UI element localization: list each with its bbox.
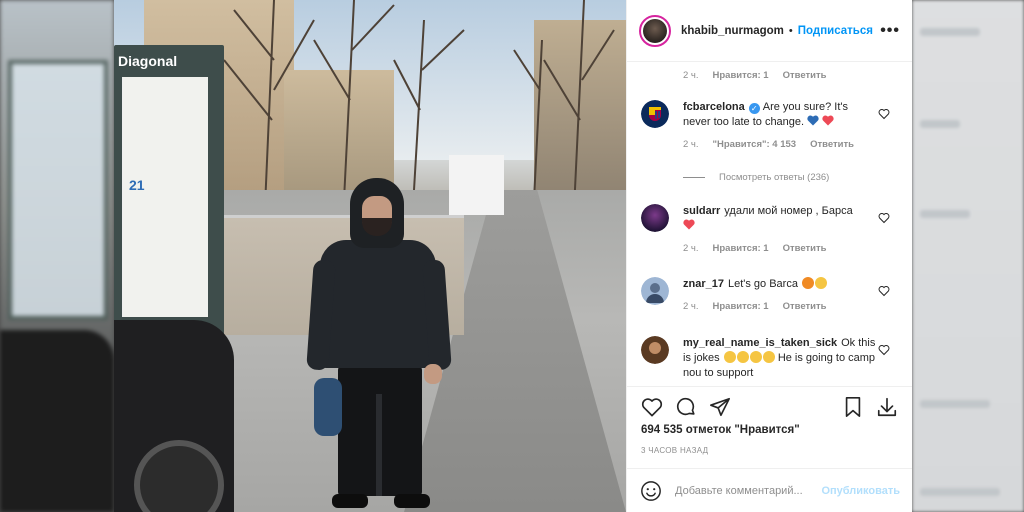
more-options-icon[interactable]: ••• xyxy=(880,22,900,40)
comment-likes-button[interactable]: Нравится: 1 xyxy=(713,243,769,254)
backdrop-ghost-line xyxy=(920,210,970,218)
comment-time: 2 ч. xyxy=(683,243,699,254)
emoji-smile-icon[interactable] xyxy=(639,479,663,503)
blue-heart-icon xyxy=(807,115,819,128)
comment-meta-row: 2 ч. Нравится: 1 Ответить xyxy=(683,243,900,254)
verified-badge-icon: ✓ xyxy=(748,103,760,114)
backdrop-ghost-line xyxy=(920,120,960,128)
comment-item: znar_17 Let's go Barca 2 ч. Нравится: 1 О… xyxy=(639,277,900,323)
znar-avatar[interactable] xyxy=(641,277,669,305)
comment-username[interactable]: znar_17 xyxy=(683,278,724,290)
photo-person xyxy=(306,178,452,512)
like-comment-heart-icon[interactable] xyxy=(878,285,890,297)
comment-body: удали мой номер , Барса xyxy=(724,205,853,217)
fire-emoji-icon xyxy=(802,277,815,289)
backdrop-right xyxy=(912,0,1024,512)
backdrop-ghost-line xyxy=(920,400,990,408)
person-hand xyxy=(424,364,442,384)
view-replies-button[interactable]: Посмотреть ответы (236) xyxy=(683,172,829,183)
post-username[interactable]: khabib_nurmagom xyxy=(681,25,784,37)
post-header: khabib_nurmagom • Подписаться ••• xyxy=(627,0,912,62)
comment-item: suldarr удали мой номер , Барса 2 ч. Нрав… xyxy=(639,204,900,262)
share-paper-plane-icon[interactable] xyxy=(707,394,733,420)
metro-station-name: Diagonal xyxy=(118,53,178,69)
grin-emoji-icon xyxy=(762,351,775,363)
separator-dot: • xyxy=(788,24,793,37)
comments-list[interactable]: 2 ч. Нравится: 1 Ответить fcbarcelona ✓ Ar… xyxy=(627,62,912,384)
scream-emoji-icon xyxy=(815,277,828,289)
post-actions-bar xyxy=(627,386,912,426)
metro-sign-panel: 21 012 xyxy=(122,77,208,336)
person-shoe xyxy=(332,494,368,508)
comment-likes-button[interactable]: Нравится: 1 xyxy=(713,301,769,312)
comment-meta-row: 2 ч. "Нравится": 4 153 Ответить xyxy=(683,139,900,150)
comment-meta-row: 2 ч. Нравится: 1 Ответить xyxy=(683,301,900,312)
my-real-name-avatar[interactable] xyxy=(641,336,669,364)
comment-time: 2 ч. xyxy=(683,301,699,312)
laughing-emoji-icon xyxy=(736,351,749,363)
like-heart-icon[interactable] xyxy=(639,394,665,420)
publish-button[interactable]: Опубликовать xyxy=(821,485,900,497)
red-heart-icon xyxy=(683,219,695,232)
comment-likes-button[interactable]: "Нравится": 4 153 xyxy=(713,139,797,150)
comment-username[interactable]: fcbarcelona xyxy=(683,101,745,113)
avatar[interactable] xyxy=(639,14,671,47)
avatar-image xyxy=(643,18,667,43)
like-comment-heart-icon[interactable] xyxy=(878,344,890,356)
comment-reply-button[interactable]: Ответить xyxy=(783,70,827,81)
person-torso xyxy=(320,240,436,368)
backdrop-sign xyxy=(8,60,108,320)
person-shoe xyxy=(394,494,430,508)
bookmark-icon[interactable] xyxy=(840,394,866,420)
metro-sign-number: 21 xyxy=(129,177,145,193)
comment-time: 2 ч. xyxy=(683,139,699,150)
fcbarcelona-avatar[interactable] xyxy=(641,100,669,128)
comment-reply-button[interactable]: Ответить xyxy=(783,301,827,312)
photo-car-wheel xyxy=(134,440,224,512)
backdrop-ghost-line xyxy=(920,488,1000,496)
view-replies-line xyxy=(683,177,705,178)
comment-likes-button[interactable]: Нравится: 1 xyxy=(713,70,769,81)
comment-text: my_real_name_is_taken_sick Ok this is jok… xyxy=(683,336,876,381)
photo-car xyxy=(114,320,234,512)
photo-truck xyxy=(449,155,504,215)
like-comment-heart-icon[interactable] xyxy=(878,212,890,224)
comment-body: Let's go Barca xyxy=(727,278,798,290)
comment-time: 2 ч. xyxy=(683,70,699,81)
grin-emoji-icon xyxy=(749,351,762,363)
comment-meta-row: 2 ч. Нравится: 1 Ответить xyxy=(639,70,900,81)
download-icon[interactable] xyxy=(874,394,900,420)
comment-item: my_real_name_is_taken_sick Ok this is jok… xyxy=(639,336,900,384)
comment-bubble-icon[interactable] xyxy=(673,394,699,420)
comment-text: fcbarcelona ✓ Are you sure? It's never too… xyxy=(683,100,876,130)
backdrop-left xyxy=(0,0,114,512)
person-cap xyxy=(314,378,342,436)
comment-text: znar_17 Let's go Barca xyxy=(683,277,876,292)
post-time-ago: 3 ЧАСОВ НАЗАД xyxy=(641,446,709,455)
comment-item: fcbarcelona ✓ Are you sure? It's never too… xyxy=(639,100,900,200)
comment-username[interactable]: suldarr xyxy=(683,205,720,217)
comment-reply-button[interactable]: Ответить xyxy=(810,139,854,150)
like-comment-heart-icon[interactable] xyxy=(878,108,890,120)
comment-reply-button[interactable]: Ответить xyxy=(783,243,827,254)
comment-input[interactable] xyxy=(675,484,822,497)
red-heart-icon xyxy=(822,115,834,128)
add-comment-bar: Опубликовать xyxy=(627,468,912,512)
post-side-panel: khabib_nurmagom • Подписаться ••• 2 ч. Н… xyxy=(626,0,912,512)
follow-button[interactable]: Подписаться xyxy=(798,25,873,37)
post-photo[interactable]: Diagonal 21 012 xyxy=(114,0,626,512)
likes-count[interactable]: 694 535 отметок "Нравится" xyxy=(641,424,800,436)
backdrop-ghost-line xyxy=(920,28,980,36)
suldarr-avatar[interactable] xyxy=(641,204,669,232)
laughing-emoji-icon xyxy=(723,351,736,363)
comment-text: suldarr удали мой номер , Барса xyxy=(683,204,876,234)
metro-sign: Diagonal 21 012 xyxy=(114,45,224,336)
person-legs xyxy=(338,366,422,496)
view-replies-label: Посмотреть ответы (236) xyxy=(719,172,830,183)
backdrop-car xyxy=(0,330,114,512)
comment-username[interactable]: my_real_name_is_taken_sick xyxy=(683,337,837,349)
